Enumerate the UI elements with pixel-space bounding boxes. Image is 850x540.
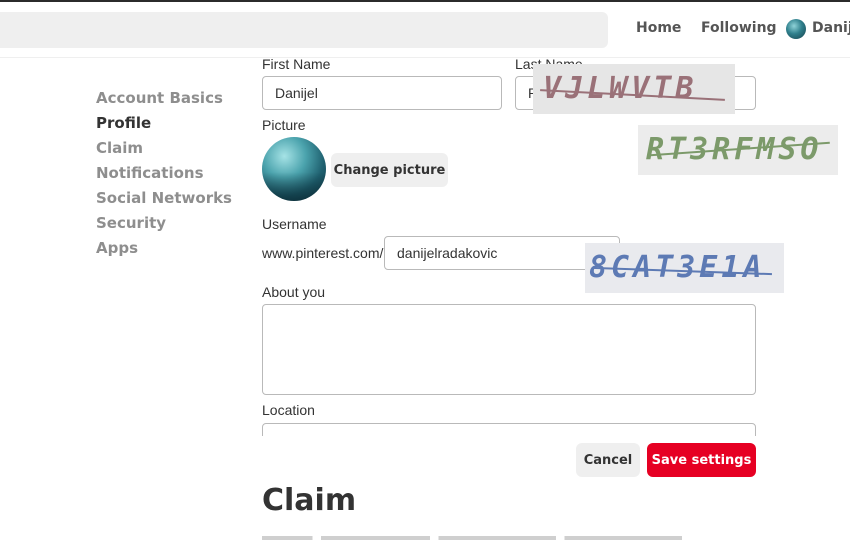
first-name-field[interactable] — [262, 76, 502, 110]
location-label: Location — [262, 402, 315, 418]
claim-description-clipped — [262, 532, 682, 540]
cancel-button[interactable]: Cancel — [576, 443, 640, 477]
picture-label: Picture — [262, 117, 306, 133]
location-field[interactable] — [262, 423, 756, 436]
claim-section-title: Claim — [262, 483, 357, 518]
about-label: About you — [262, 284, 326, 300]
sidebar-item-notifications[interactable]: Notifications — [96, 163, 232, 188]
sidebar-item-security[interactable]: Security — [96, 213, 232, 238]
save-settings-button[interactable]: Save settings — [647, 443, 756, 477]
sidebar-item-profile[interactable]: Profile — [96, 113, 232, 138]
nav-home-link[interactable]: Home — [636, 20, 681, 36]
location-field-clip — [262, 423, 756, 436]
nav-user-link[interactable]: Danijel — [812, 20, 850, 36]
settings-sidebar: Account Basics Profile Claim Notificatio… — [96, 88, 232, 263]
search-bar[interactable] — [0, 12, 608, 48]
username-label: Username — [262, 216, 327, 232]
captcha-image-1: VJLWVTB — [533, 64, 735, 114]
user-avatar[interactable] — [786, 19, 806, 39]
first-name-label: First Name — [262, 56, 331, 72]
username-prefix: www.pinterest.com/ — [262, 245, 384, 261]
sidebar-item-account-basics[interactable]: Account Basics — [96, 88, 232, 113]
about-textarea[interactable] — [262, 304, 756, 395]
change-picture-button[interactable]: Change picture — [331, 153, 448, 187]
sidebar-item-apps[interactable]: Apps — [96, 238, 232, 263]
sidebar-item-claim[interactable]: Claim — [96, 138, 232, 163]
sidebar-item-social-networks[interactable]: Social Networks — [96, 188, 232, 213]
header-bar: Home Following Danijel — [0, 2, 850, 58]
nav-following-link[interactable]: Following — [701, 20, 777, 36]
profile-picture — [262, 137, 326, 201]
